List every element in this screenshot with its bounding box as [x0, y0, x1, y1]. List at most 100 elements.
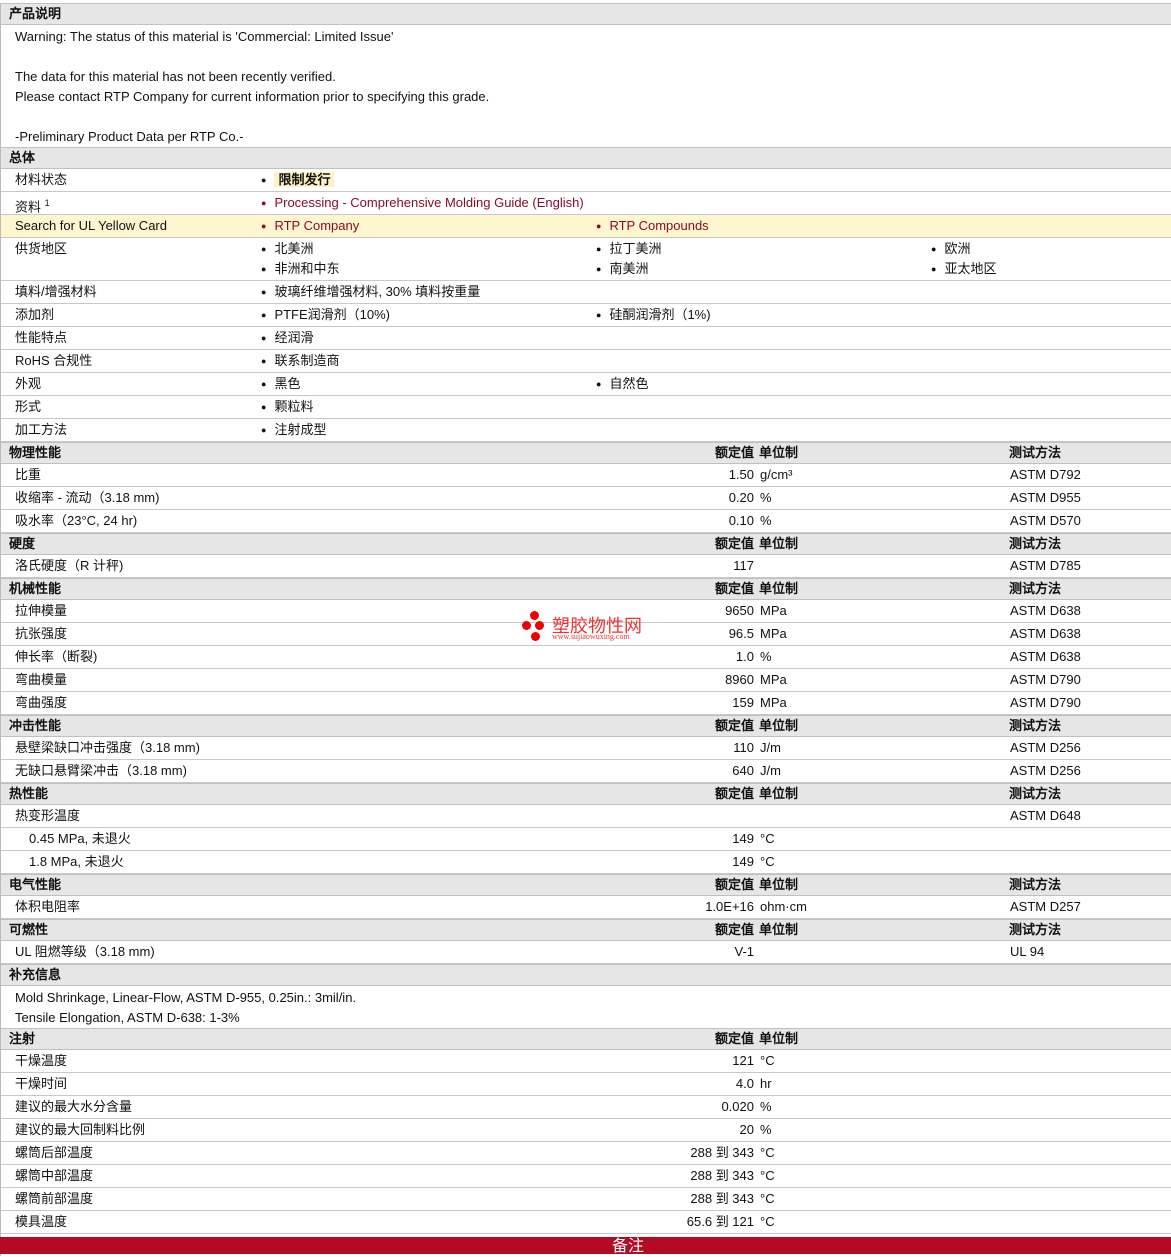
test-method: ASTM D638: [1010, 603, 1081, 618]
link-item[interactable]: RTP Company: [261, 215, 359, 237]
property-unit: MPa: [760, 695, 787, 710]
property-unit: hr: [760, 1076, 772, 1091]
list-item: 硅酮润滑剂（1%): [596, 304, 710, 326]
property-unit: °C: [760, 831, 775, 846]
column-value-header: 额定值: [714, 786, 754, 801]
property-row: 悬壁梁缺口冲击强度（3.18 mm) 110 J/m ASTM D256: [1, 737, 1171, 760]
row-label: 材料状态: [15, 172, 68, 187]
property-value: 1.0: [735, 649, 754, 664]
row-label: Search for UL Yellow Card: [15, 218, 167, 233]
property-value: V-1: [734, 944, 754, 959]
section-header: 总体: [1, 147, 1171, 169]
list-item: 北美洲: [261, 238, 313, 260]
property-name: 螺筒中部温度: [15, 1168, 94, 1183]
property-name: 弯曲强度: [15, 695, 68, 710]
list-item: 自然色: [596, 373, 648, 395]
section-title: 总体: [9, 150, 36, 165]
property-unit: %: [760, 513, 772, 528]
property-unit: %: [760, 490, 772, 505]
general-row: Search for UL Yellow Card RTP Company RTP …: [1, 215, 1171, 238]
property-value: 149: [732, 831, 754, 846]
property-row: 模具温度 65.6 到 121 °C: [1, 1211, 1171, 1234]
property-value: 159: [732, 695, 754, 710]
list-item: 欧洲: [931, 238, 970, 260]
test-method: ASTM D792: [1010, 467, 1081, 482]
column-value-header: 额定值: [714, 536, 754, 551]
property-name: 建议的最大水分含量: [15, 1099, 133, 1114]
property-unit: °C: [760, 1053, 775, 1068]
section-title: 可燃性: [9, 922, 49, 937]
row-label: RoHS 合规性: [15, 353, 93, 368]
property-unit: J/m: [760, 763, 781, 778]
test-method: ASTM D256: [1010, 740, 1081, 755]
text-line: [15, 107, 1171, 127]
property-name: 螺筒前部温度: [15, 1191, 94, 1206]
property-name: 模具温度: [15, 1214, 68, 1229]
section-title: 机械性能: [9, 581, 62, 596]
row-label: 资料: [15, 199, 42, 215]
row-label: 性能特点: [15, 330, 68, 345]
test-method: ASTM D790: [1010, 695, 1081, 710]
property-row: 干燥温度 121 °C: [1, 1050, 1171, 1073]
property-unit: °C: [760, 1168, 775, 1183]
text-line: Please contact RTP Company for current i…: [15, 89, 490, 104]
row-label: 供货地区: [15, 241, 68, 256]
property-value: 0.020: [721, 1099, 754, 1114]
link-item[interactable]: Processing - Comprehensive Molding Guide…: [261, 192, 583, 214]
property-unit: %: [760, 1099, 772, 1114]
property-unit: °C: [760, 1145, 775, 1160]
property-row: 弯曲强度 159 MPa ASTM D790: [1, 692, 1171, 715]
general-row: 资料 1 Processing - Comprehensive Molding G…: [1, 192, 1171, 215]
property-name: 热变形温度: [15, 808, 81, 823]
link-item[interactable]: RTP Compounds: [596, 215, 708, 237]
property-value: 0.10: [728, 513, 754, 528]
property-row: 抗张强度 96.5 MPa ASTM D638: [1, 623, 1171, 646]
column-method-header: 测试方法: [1009, 786, 1062, 801]
property-row: 吸水率（23°C, 24 hr) 0.10% ASTM D570: [1, 510, 1171, 533]
notes-label: 备注: [612, 1238, 645, 1255]
list-item: 限制发行: [261, 169, 335, 191]
test-method: ASTM D955: [1010, 490, 1081, 505]
property-name: 螺筒后部温度: [15, 1145, 94, 1160]
row-label: 外观: [15, 376, 42, 391]
property-value: 640: [732, 763, 754, 778]
list-item: 玻璃纤维增强材料, 30% 填料按重量: [261, 281, 480, 303]
property-row: 螺筒中部温度 288 到 343 °C: [1, 1165, 1171, 1188]
section-title: 冲击性能: [9, 718, 62, 733]
column-value-header: 额定值: [714, 445, 754, 460]
footnote-marker: 1: [44, 198, 50, 208]
property-name: 洛氏硬度（R 计秤): [15, 558, 124, 573]
general-row: 形式 颗粒料: [1, 396, 1171, 419]
property-row: 建议的最大水分含量 0.020%: [1, 1096, 1171, 1119]
column-unit-header: 单位制: [759, 922, 799, 937]
property-value: 20: [739, 1122, 754, 1137]
column-unit-header: 单位制: [759, 536, 799, 551]
general-row: 加工方法 注射成型: [1, 419, 1171, 442]
property-name: 0.45 MPa, 未退火: [29, 831, 131, 846]
section-header: 产品说明: [1, 3, 1171, 25]
column-method-header: 测试方法: [1009, 445, 1062, 460]
property-value: 1.50: [728, 467, 754, 482]
section-header: 热性能 额定值 单位制 测试方法: [1, 783, 1171, 805]
text-line: -Preliminary Product Data per RTP Co.-: [15, 129, 244, 144]
list-item: 经润滑: [261, 327, 313, 349]
property-unit: MPa: [760, 672, 787, 687]
property-value: 4.0: [735, 1076, 754, 1091]
property-value: 288 到 343: [690, 1145, 754, 1160]
property-row: 建议的最大回制料比例 20%: [1, 1119, 1171, 1142]
property-value: 1.0E+16: [705, 899, 754, 914]
property-row: 1.8 MPa, 未退火 149 °C: [1, 851, 1171, 874]
list-item: 拉丁美洲: [596, 238, 661, 260]
section-header: 冲击性能 额定值 单位制 测试方法: [1, 715, 1171, 737]
row-label: 填料/增强材料: [15, 284, 97, 299]
property-value: 0.20: [728, 490, 754, 505]
list-item: 颗粒料: [261, 396, 313, 418]
property-row: 弯曲模量 8960 MPa ASTM D790: [1, 669, 1171, 692]
section-title: 补充信息: [9, 967, 62, 982]
list-item: 南美洲: [596, 258, 648, 280]
property-row: 热变形温度 ASTM D648: [1, 805, 1171, 828]
property-row: 伸长率（断裂) 1.0% ASTM D638: [1, 646, 1171, 669]
property-row: 螺筒前部温度 288 到 343 °C: [1, 1188, 1171, 1211]
property-unit: J/m: [760, 740, 781, 755]
column-method-header: 测试方法: [1009, 581, 1062, 596]
